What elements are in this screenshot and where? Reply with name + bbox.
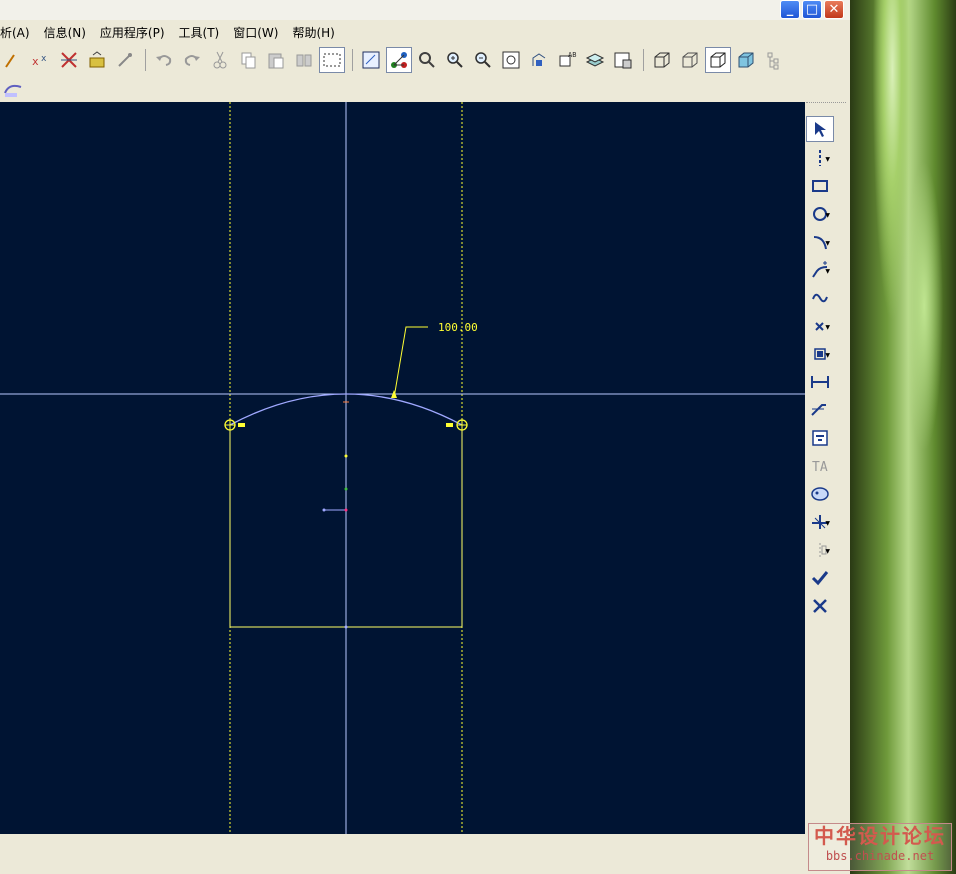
mirror-tool-icon[interactable]: ▼ [806, 537, 834, 563]
toolbar-separator [145, 49, 146, 71]
tangent-symbol-left [238, 423, 245, 427]
layers-icon[interactable] [582, 47, 608, 73]
paste-special-icon[interactable] [291, 47, 317, 73]
cut-icon[interactable] [207, 47, 233, 73]
select-tool-icon[interactable] [806, 116, 834, 142]
zoom-in-icon[interactable] [442, 47, 468, 73]
done-check-icon[interactable] [806, 565, 834, 591]
watermark-url: bbs.chinade.net [825, 849, 935, 863]
quit-x-icon[interactable] [806, 593, 834, 619]
repaint-icon[interactable] [112, 47, 138, 73]
constraint-icon[interactable] [0, 47, 26, 73]
dimension-tool-icon[interactable] [806, 369, 834, 395]
model-tree-icon[interactable] [761, 47, 787, 73]
svg-text:x: x [41, 54, 47, 64]
refit-icon[interactable] [498, 47, 524, 73]
sketch-palette-icon[interactable] [0, 76, 26, 102]
hidden-line-icon[interactable] [677, 47, 703, 73]
text-tool-icon[interactable]: TA [806, 453, 834, 479]
midpoint-mark [344, 625, 348, 629]
sketch-drawing[interactable]: 100.00 [0, 102, 805, 834]
saved-views-icon[interactable]: AB [554, 47, 580, 73]
toolbar-separator [643, 49, 644, 71]
sketch-diagnose-icon[interactable] [414, 47, 440, 73]
radius-dimension[interactable]: 100.00 [438, 321, 478, 334]
undo-icon[interactable] [151, 47, 177, 73]
watermark-title: 中华设计论坛 [814, 824, 946, 848]
maximize-button[interactable]: □ [802, 0, 822, 19]
desktop-background [850, 0, 956, 874]
reorient-icon[interactable] [526, 47, 552, 73]
tangent-symbol-right [446, 423, 453, 427]
spline-tool-icon[interactable] [806, 285, 834, 311]
status-bar [0, 834, 850, 874]
palette-tool-icon[interactable] [806, 481, 834, 507]
menu-analysis[interactable]: 析(A) [0, 24, 38, 41]
delete-points-icon[interactable] [56, 47, 82, 73]
grid-icon[interactable] [84, 47, 110, 73]
paste-icon[interactable] [263, 47, 289, 73]
sketch-canvas[interactable]: 100.00 [0, 102, 805, 834]
constraint-point [344, 487, 348, 491]
trim-tool-icon[interactable]: ▼ [806, 509, 834, 535]
svg-text:x: x [32, 55, 39, 68]
main-toolbar: xx AB [0, 45, 846, 75]
copy-icon[interactable] [235, 47, 261, 73]
constraint-tool-icon[interactable] [806, 425, 834, 451]
svg-text:AB: AB [568, 51, 576, 59]
circle-tool-icon[interactable]: ▼ [806, 201, 834, 227]
forum-watermark: 中华设计论坛 bbs.chinade.net [808, 823, 952, 871]
minimize-button[interactable]: _ [780, 0, 800, 19]
constraint-point [344, 454, 348, 458]
sketch-tools-icon[interactable] [386, 47, 412, 73]
menu-tools[interactable]: 工具(T) [173, 24, 228, 41]
menu-bar: 析(A) 信息(N) 应用程序(P) 工具(T) 窗口(W) 帮助(H) [0, 21, 343, 43]
menu-applications[interactable]: 应用程序(P) [94, 24, 173, 41]
sketch-toolbar: ▼ ▼ ▼ ▼ ▼ ▼ TA ▼ ▼ [806, 102, 846, 835]
points-icon[interactable]: xx [28, 47, 54, 73]
zoom-out-icon[interactable] [470, 47, 496, 73]
menu-help[interactable]: 帮助(H) [286, 24, 342, 41]
secondary-toolbar [0, 76, 40, 98]
centerline-tool-icon[interactable]: ▼ [806, 145, 834, 171]
wireframe-icon[interactable] [649, 47, 675, 73]
modify-tool-icon[interactable] [806, 397, 834, 423]
select-box-icon[interactable] [319, 47, 345, 73]
dimension-leader [393, 326, 428, 399]
svg-text:TA: TA [812, 460, 828, 475]
offset-tool-icon[interactable]: ▼ [806, 341, 834, 367]
fillet-tool-icon[interactable]: ▼ [806, 257, 834, 283]
rectangle-tool-icon[interactable] [806, 173, 834, 199]
window-controls: _ □ ✕ [780, 0, 844, 19]
sketch-setup-icon[interactable] [358, 47, 384, 73]
title-bar: _ □ ✕ [0, 0, 850, 20]
shading-icon[interactable] [733, 47, 759, 73]
toolbar-separator [352, 49, 353, 71]
application-window: _ □ ✕ 析(A) 信息(N) 应用程序(P) 工具(T) 窗口(W) 帮助(… [0, 0, 850, 874]
view-manager-icon[interactable] [610, 47, 636, 73]
point-tool-icon[interactable]: ▼ [806, 313, 834, 339]
arc-tool-icon[interactable]: ▼ [806, 229, 834, 255]
close-button[interactable]: ✕ [824, 0, 844, 19]
redo-icon[interactable] [179, 47, 205, 73]
menu-info[interactable]: 信息(N) [38, 24, 94, 41]
menu-window[interactable]: 窗口(W) [227, 24, 286, 41]
no-hidden-icon[interactable] [705, 47, 731, 73]
